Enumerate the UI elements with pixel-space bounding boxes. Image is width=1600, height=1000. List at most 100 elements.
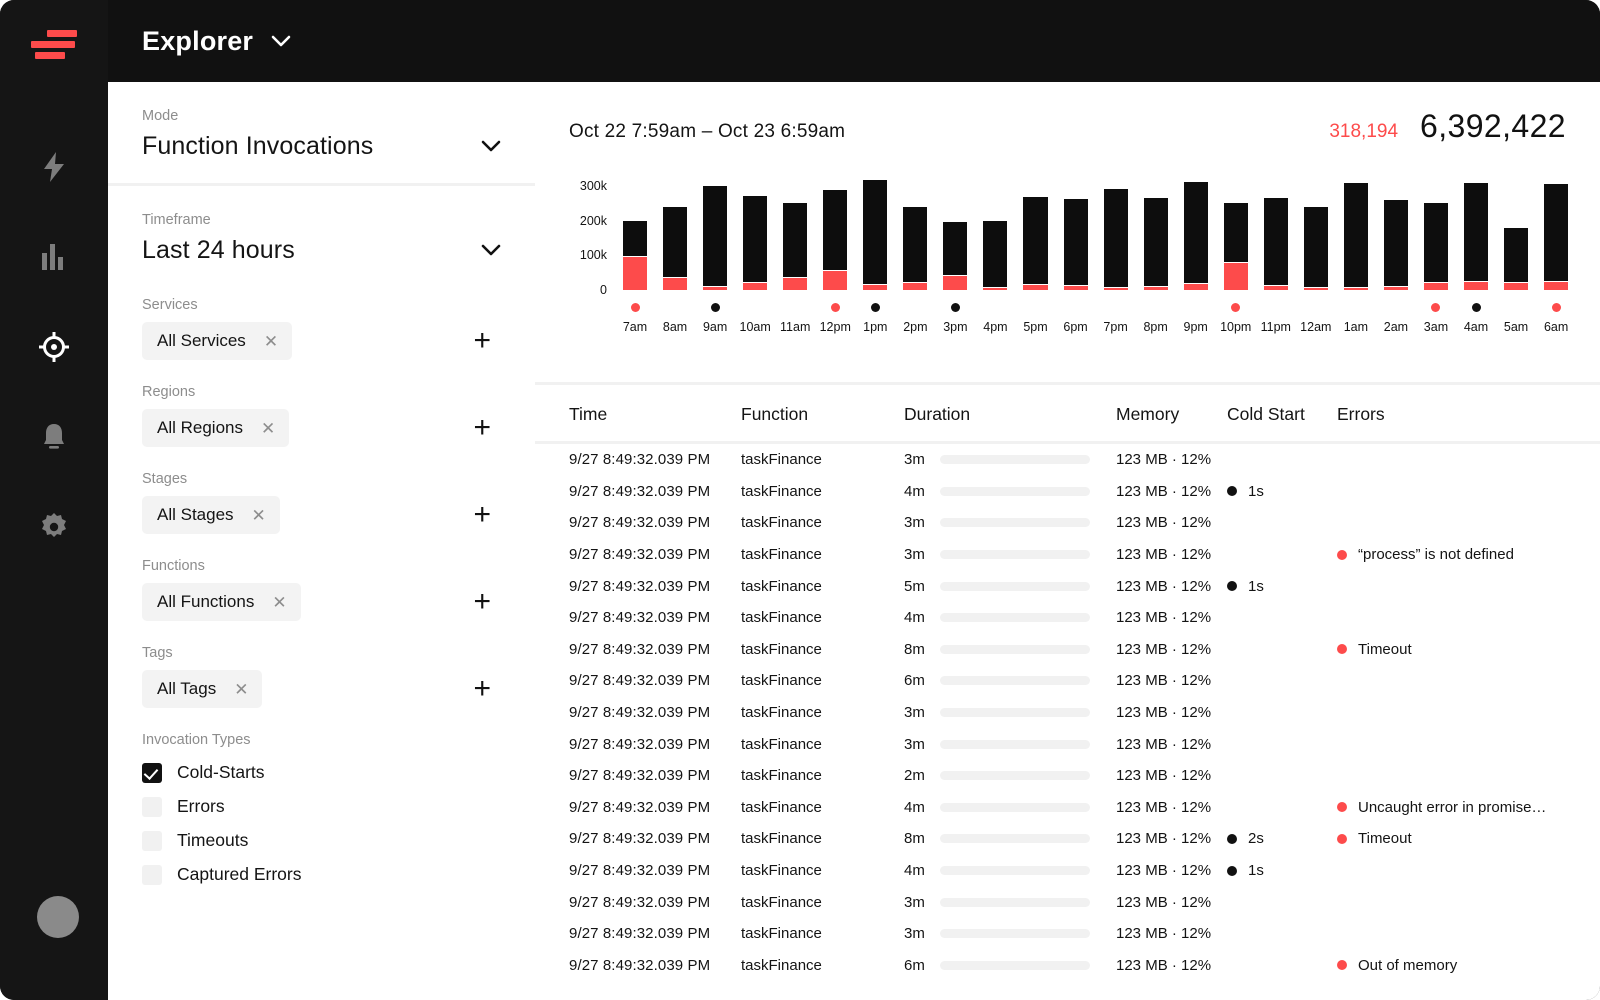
invocation-type-option[interactable]: Errors [142, 796, 501, 817]
checkbox-icon[interactable] [142, 796, 162, 817]
bar-segment-invocations [1063, 199, 1088, 286]
chart-bar[interactable] [735, 172, 775, 290]
marker-error-icon[interactable] [630, 302, 640, 312]
chart-bar[interactable] [855, 172, 895, 290]
close-icon[interactable]: ✕ [261, 420, 275, 437]
plus-icon[interactable]: + [473, 326, 491, 356]
serverless-logo-icon[interactable] [31, 22, 77, 66]
invocation-type-option[interactable]: Timeouts [142, 830, 501, 851]
chart-bar[interactable] [1416, 172, 1456, 290]
close-icon[interactable]: ✕ [234, 681, 248, 698]
rail-item-activity[interactable] [19, 122, 89, 212]
table-row[interactable]: 9/27 8:49:32.039 PM taskFinance 8m 123 MB ·… [535, 823, 1600, 855]
rail-item-settings[interactable] [19, 482, 89, 572]
chart-bar[interactable] [1496, 172, 1536, 290]
table-row[interactable]: 9/27 8:49:32.039 PM taskFinance 3m 123 MB ·… [535, 539, 1600, 571]
chart-bar[interactable] [695, 172, 735, 290]
table-row[interactable]: 9/27 8:49:32.039 PM taskFinance 3m 123 MB ·… [535, 918, 1600, 950]
chart-bar[interactable] [1096, 172, 1136, 290]
rail-item-alerts[interactable] [19, 392, 89, 482]
chart-bar[interactable] [1136, 172, 1176, 290]
chart-bar[interactable] [1536, 172, 1576, 290]
mode-selector[interactable]: Mode Function Invocations [108, 82, 535, 183]
column-header[interactable]: Function [741, 404, 904, 425]
table-row[interactable]: 9/27 8:49:32.039 PM taskFinance 6m 123 MB ·… [535, 950, 1600, 982]
chart-bar[interactable] [775, 172, 815, 290]
filter-chip[interactable]: All Tags ✕ [142, 670, 263, 708]
cell-memory: 123 MB · 12% [1116, 704, 1212, 722]
column-header[interactable]: Time [569, 404, 741, 425]
chart-bar[interactable] [615, 172, 655, 290]
table-row[interactable]: 9/27 8:49:32.039 PM taskFinance 6m 123 MB ·… [535, 665, 1600, 697]
cell-duration-value: 4m [904, 482, 925, 500]
close-icon[interactable]: ✕ [264, 333, 278, 350]
rail-item-explorer[interactable] [19, 302, 89, 392]
table-row[interactable]: 9/27 8:49:32.039 PM taskFinance 2m 123 MB ·… [535, 760, 1600, 792]
chart-bar[interactable] [655, 172, 695, 290]
chart-bar[interactable] [1336, 172, 1376, 290]
filter-group-tags: Tags All Tags ✕ + [142, 645, 501, 708]
checkbox-icon[interactable] [142, 864, 162, 885]
table-row[interactable]: 9/27 8:49:32.039 PM taskFinance 4m 123 MB ·… [535, 855, 1600, 887]
filter-chip[interactable]: All Services ✕ [142, 322, 293, 360]
cell-duration-value: 3m [904, 451, 925, 469]
table-row[interactable]: 9/27 8:49:32.039 PM taskFinance 3m 123 MB ·… [535, 728, 1600, 760]
x-tick-label: 12pm [819, 320, 851, 334]
chevron-down-icon[interactable] [271, 35, 291, 48]
chart-bar[interactable] [1456, 172, 1496, 290]
filter-chip[interactable]: All Stages ✕ [142, 496, 280, 534]
chevron-down-icon[interactable] [481, 244, 501, 257]
chart-bar[interactable] [895, 172, 935, 290]
table-row[interactable]: 9/27 8:49:32.039 PM taskFinance 3m 123 MB ·… [535, 444, 1600, 476]
cell-duration-value: 8m [904, 830, 925, 848]
plus-icon[interactable]: + [473, 413, 491, 443]
user-avatar[interactable] [37, 896, 79, 938]
column-header[interactable]: Duration [904, 404, 1116, 425]
filter-chip[interactable]: All Regions ✕ [142, 409, 290, 447]
chart-bar[interactable] [1176, 172, 1216, 290]
marker-cold-start-icon[interactable] [1471, 302, 1481, 312]
table-row[interactable]: 9/27 8:49:32.039 PM taskFinance 5m 123 MB ·… [535, 570, 1600, 602]
timeframe-selector[interactable]: Timeframe Last 24 hours [108, 183, 535, 287]
plus-icon[interactable]: + [473, 500, 491, 530]
checkbox-icon[interactable] [142, 830, 162, 851]
marker-error-icon[interactable] [830, 302, 840, 312]
column-header[interactable]: Errors [1337, 404, 1600, 425]
chevron-down-icon[interactable] [481, 140, 501, 153]
plus-icon[interactable]: + [473, 587, 491, 617]
chart-bar[interactable] [1296, 172, 1336, 290]
close-icon[interactable]: ✕ [272, 594, 286, 611]
rail-item-metrics[interactable] [19, 212, 89, 302]
marker-cold-start-icon[interactable] [870, 302, 880, 312]
filter-chip[interactable]: All Functions ✕ [142, 583, 301, 621]
marker-error-icon[interactable] [1551, 302, 1561, 312]
chart-bar[interactable] [815, 172, 855, 290]
close-icon[interactable]: ✕ [252, 507, 266, 524]
marker-cold-start-icon[interactable] [950, 302, 960, 312]
plus-icon[interactable]: + [473, 674, 491, 704]
table-row[interactable]: 9/27 8:49:32.039 PM taskFinance 3m 123 MB ·… [535, 507, 1600, 539]
chart-bar[interactable] [935, 172, 975, 290]
table-row[interactable]: 9/27 8:49:32.039 PM taskFinance 4m 123 MB ·… [535, 602, 1600, 634]
table-row[interactable]: 9/27 8:49:32.039 PM taskFinance 4m 123 MB ·… [535, 476, 1600, 508]
marker-cold-start-icon[interactable] [710, 302, 720, 312]
table-row[interactable]: 9/27 8:49:32.039 PM taskFinance 4m 123 MB ·… [535, 792, 1600, 824]
invocation-type-option[interactable]: Cold-Starts [142, 762, 501, 783]
chart-bar[interactable] [975, 172, 1015, 290]
chart-bar[interactable] [1015, 172, 1055, 290]
column-header[interactable]: Memory [1116, 404, 1227, 425]
chart-bar[interactable] [1256, 172, 1296, 290]
table-row[interactable]: 9/27 8:49:32.039 PM taskFinance 3m 123 MB ·… [535, 886, 1600, 918]
column-header[interactable]: Cold Start [1227, 404, 1337, 425]
error-dot-icon [1337, 802, 1347, 813]
invocation-type-option[interactable]: Captured Errors [142, 864, 501, 885]
cell-function: taskFinance [741, 956, 822, 974]
checkbox-icon[interactable] [142, 762, 162, 783]
marker-error-icon[interactable] [1231, 302, 1241, 312]
table-row[interactable]: 9/27 8:49:32.039 PM taskFinance 8m 123 MB ·… [535, 634, 1600, 666]
chart-bar[interactable] [1056, 172, 1096, 290]
table-row[interactable]: 9/27 8:49:32.039 PM taskFinance 3m 123 MB ·… [535, 697, 1600, 729]
marker-error-icon[interactable] [1431, 302, 1441, 312]
chart-bar[interactable] [1376, 172, 1416, 290]
chart-bar[interactable] [1216, 172, 1256, 290]
